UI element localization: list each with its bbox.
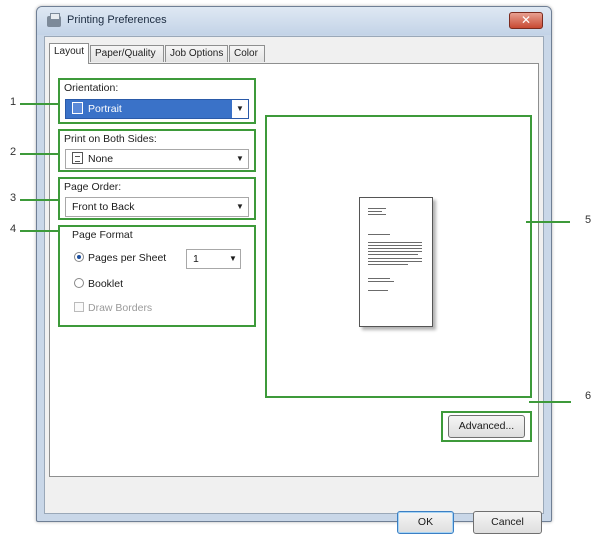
callout-line-6 [529,401,571,403]
booklet-option[interactable]: Booklet [74,278,123,290]
window-title: Printing Preferences [67,14,167,26]
close-button[interactable]: ✕ [509,12,543,29]
chevron-down-icon[interactable]: ▼ [226,250,240,268]
checkbox-icon [74,302,84,312]
callout-number-5: 5 [585,214,592,226]
callout-number-2: 2 [10,146,17,158]
page-format-group: Page Format Pages per Sheet 1 ▼ Booklet … [58,225,256,327]
page-order-value: Front to Back [72,201,135,213]
page-order-group: Page Order: Front to Back ▼ [58,177,256,220]
radio-selected-icon[interactable] [74,252,84,262]
portrait-icon [72,102,83,114]
print-both-sides-label: Print on Both Sides: [64,133,157,145]
draw-borders-option: Draw Borders [74,302,152,314]
printing-preferences-dialog: Printing Preferences ✕ Layout Paper/Qual… [36,6,552,534]
pages-per-sheet-value: 1 [193,253,199,265]
chevron-down-icon[interactable]: ▼ [232,198,248,216]
page-preview-image [359,197,433,327]
advanced-button[interactable]: Advanced... [448,415,525,438]
radio-unselected-icon[interactable] [74,278,84,288]
callout-line-2 [20,153,60,155]
title-bar: Printing Preferences ✕ [37,7,551,35]
callout-line-4 [20,230,60,232]
pages-per-sheet-label: Pages per Sheet [88,252,167,264]
orientation-value: Portrait [88,103,122,115]
document-icon [72,152,83,164]
tab-color[interactable]: Color [229,45,265,62]
chevron-down-icon[interactable]: ▼ [232,150,248,168]
booklet-label: Booklet [88,278,124,290]
callout-number-3: 3 [10,192,17,204]
callout-line-1 [20,103,60,105]
page-order-dropdown[interactable]: Front to Back ▼ [65,197,249,217]
dialog-body: Layout Paper/Quality Job Options Color O… [44,36,544,534]
orientation-label: Orientation: [64,82,119,94]
print-both-sides-dropdown[interactable]: None ▼ [65,149,249,169]
layout-tab-panel: Orientation: Portrait ▼ Print on Both Si… [49,63,539,477]
layout-preview-area [265,115,532,398]
orientation-group: Orientation: Portrait ▼ [58,78,256,124]
chevron-down-icon[interactable]: ▼ [232,100,248,118]
callout-line-3 [20,199,60,201]
callout-line-5 [526,221,570,223]
callout-number-4: 4 [10,223,17,235]
tab-job-options[interactable]: Job Options [165,45,228,62]
callout-number-6: 6 [585,390,592,402]
tab-paper-quality[interactable]: Paper/Quality [90,45,164,62]
printer-icon [47,13,61,27]
page-order-label: Page Order: [64,181,122,193]
cancel-button[interactable]: Cancel [473,511,542,534]
advanced-highlight: Advanced... [441,411,532,442]
print-both-sides-group: Print on Both Sides: None ▼ [58,129,256,172]
tab-layout[interactable]: Layout [49,43,89,64]
orientation-dropdown[interactable]: Portrait ▼ [65,99,249,119]
page-format-label: Page Format [72,229,133,241]
callout-number-1: 1 [10,96,17,108]
ok-button[interactable]: OK [397,511,454,534]
pages-per-sheet-dropdown[interactable]: 1 ▼ [186,249,241,269]
draw-borders-label: Draw Borders [88,302,153,314]
pages-per-sheet-option[interactable]: Pages per Sheet [74,252,166,264]
print-both-sides-value: None [88,153,114,165]
